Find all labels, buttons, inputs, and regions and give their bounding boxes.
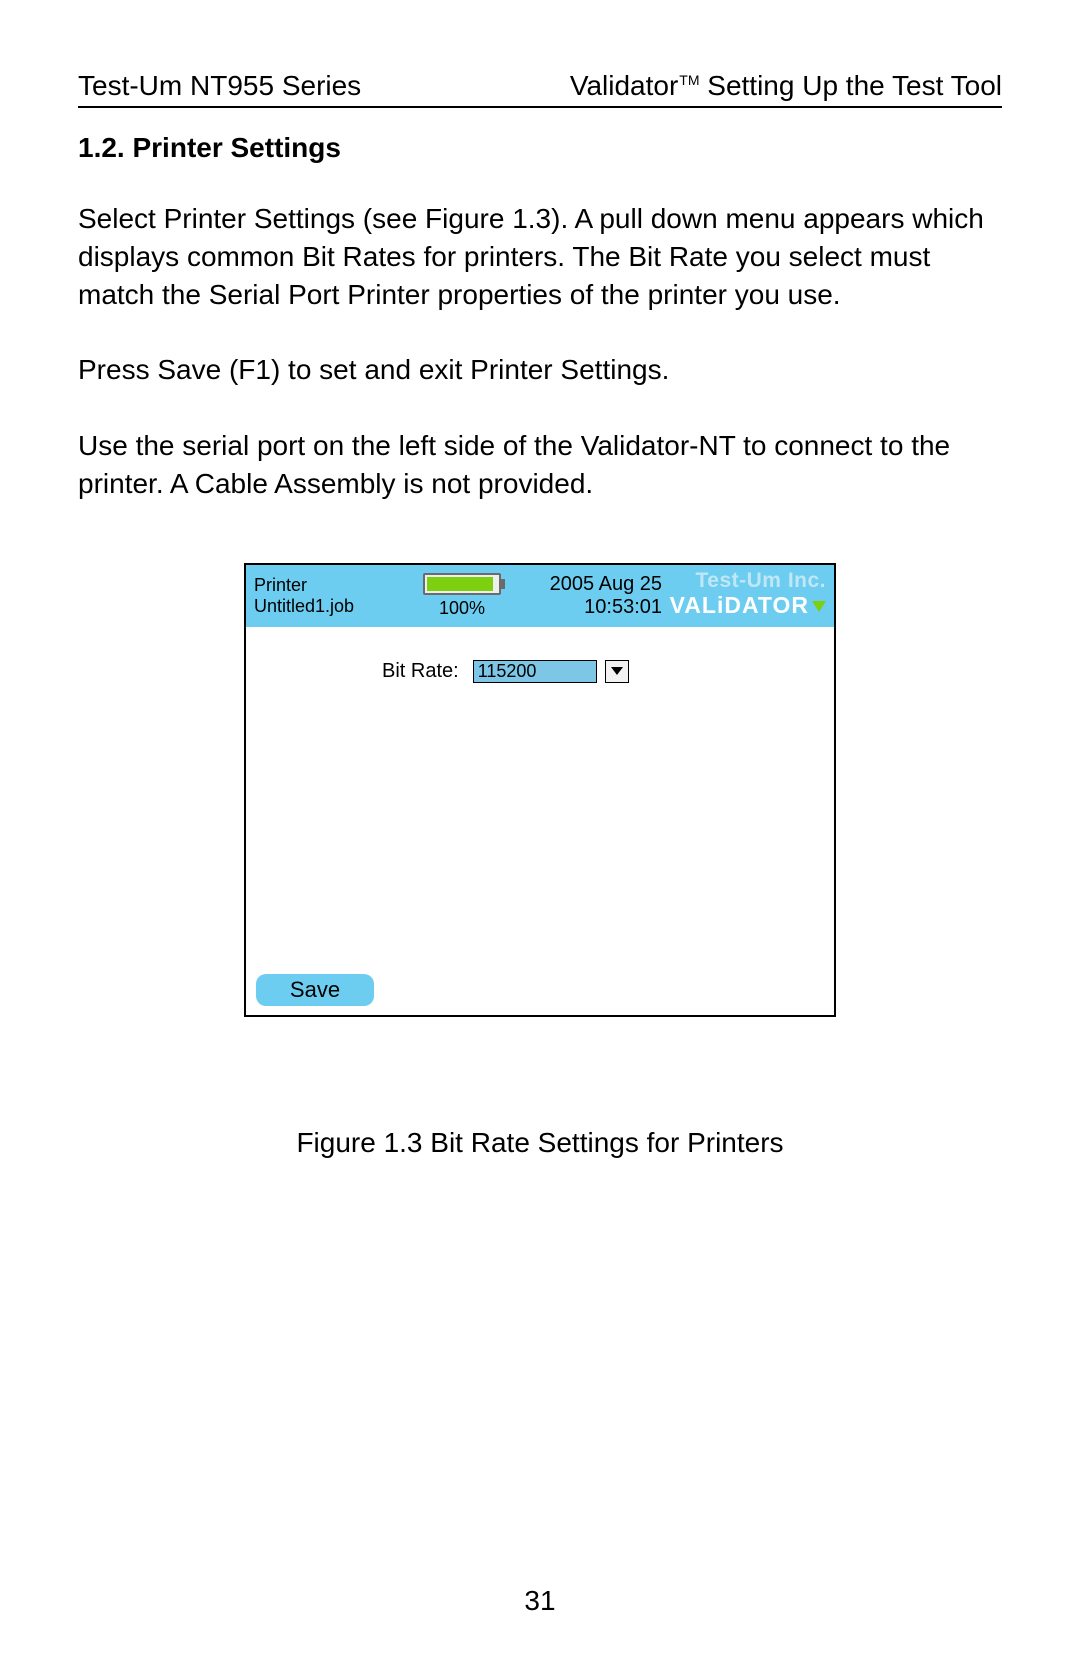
bitrate-dropdown-button[interactable] xyxy=(605,660,629,683)
bitrate-dropdown-value[interactable]: 115200 xyxy=(473,660,597,683)
screen-title: Printer xyxy=(254,575,412,596)
save-button[interactable]: Save xyxy=(256,974,374,1006)
screenshot-footer: Save xyxy=(246,969,834,1015)
tm-superscript: TM xyxy=(679,72,699,88)
screenshot-body: Bit Rate: 115200 xyxy=(246,627,834,969)
paragraph-2: Press Save (F1) to set and exit Printer … xyxy=(78,351,1002,389)
paragraph-3: Use the serial port on the left side of … xyxy=(78,427,1002,503)
brand-triangle-icon xyxy=(812,601,826,612)
paragraph-1: Select Printer Settings (see Figure 1.3)… xyxy=(78,200,1002,313)
running-header-left: Test-Um NT955 Series xyxy=(78,70,361,102)
battery-icon xyxy=(423,573,501,595)
header-right-suffix: Setting Up the Test Tool xyxy=(700,70,1003,101)
job-file-name: Untitled1.job xyxy=(254,596,412,617)
chevron-down-icon xyxy=(611,667,623,675)
bitrate-label: Bit Rate: xyxy=(382,660,459,683)
header-right-prefix: Validator xyxy=(570,70,678,101)
battery-percent: 100% xyxy=(439,598,485,619)
figure-caption: Figure 1.3 Bit Rate Settings for Printer… xyxy=(78,1127,1002,1159)
brand-product: VALiDATOR xyxy=(670,591,826,621)
brand-product-text: VALiDATOR xyxy=(670,591,809,621)
running-header: Test-Um NT955 Series ValidatorTM Setting… xyxy=(78,70,1002,108)
page-number: 31 xyxy=(0,1585,1080,1617)
date-text: 2005 Aug 25 xyxy=(550,573,662,596)
section-title: 1.2. Printer Settings xyxy=(78,132,1002,164)
brand-company: Test-Um Inc. xyxy=(696,570,826,591)
time-text: 10:53:01 xyxy=(584,596,662,619)
running-header-right: ValidatorTM Setting Up the Test Tool xyxy=(570,70,1002,102)
device-screenshot: Printer Untitled1.job 100% 2005 Aug 25 1… xyxy=(244,563,836,1017)
screenshot-header-bar: Printer Untitled1.job 100% 2005 Aug 25 1… xyxy=(246,565,834,627)
